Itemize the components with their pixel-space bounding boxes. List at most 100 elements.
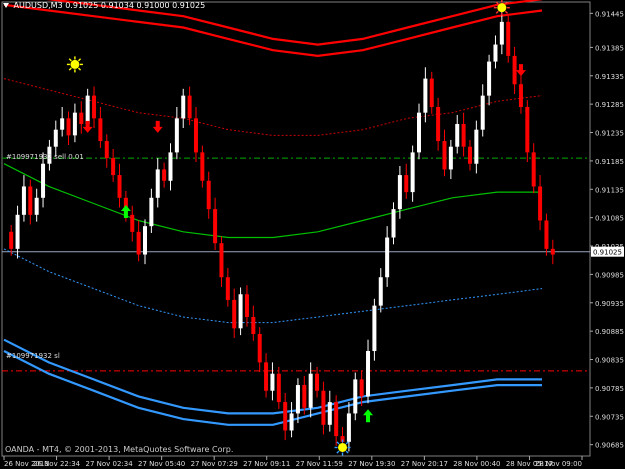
price-tick-label: 0.91235	[595, 130, 624, 138]
price-tick-label: 0.91185	[595, 158, 624, 166]
bear-candle	[436, 106, 441, 142]
sun-core	[70, 59, 80, 69]
bear-candle	[404, 175, 409, 193]
time-tick-label: 26 Nov 22:34	[33, 460, 81, 468]
bear-candle	[461, 124, 466, 147]
time-tick-label: 27 Nov 20:17	[401, 460, 448, 468]
bull-candle	[346, 413, 351, 442]
bull-candle	[34, 197, 39, 215]
bull-candle	[327, 402, 332, 425]
price-tick-label: 0.90785	[595, 385, 624, 393]
sun-ray	[77, 58, 82, 62]
bull-candle	[308, 373, 313, 408]
bull-candle	[487, 61, 492, 96]
chart-window[interactable]: 0.91445 0.91385 0.91335 0.91285 0.91235 0.911…	[0, 0, 625, 469]
bear-candle	[525, 106, 530, 153]
price-chart[interactable]: 0.91445 0.91385 0.91335 0.91285 0.91235 0.911…	[0, 0, 625, 469]
bear-candle	[28, 186, 33, 215]
sun-marker-icon	[66, 56, 83, 73]
bull-candle	[174, 118, 179, 153]
bear-candle	[187, 95, 192, 119]
bull-candle	[455, 124, 460, 147]
sell-arrow-icon	[152, 120, 163, 133]
bull-candle	[378, 277, 383, 306]
bear-candle	[219, 243, 224, 278]
bull-candle	[493, 44, 498, 62]
price-tick-label: 0.91085	[595, 215, 624, 223]
bull-candle	[15, 214, 20, 249]
bear-candle	[244, 294, 249, 317]
bull-candle	[417, 112, 421, 153]
bear-candle	[283, 402, 288, 431]
bear-candle	[321, 390, 326, 425]
bear-candle	[264, 362, 269, 391]
bear-candle	[104, 141, 109, 159]
price-tick-label: 0.90685	[595, 442, 624, 450]
chart-header: AUDUSD,M3 0.91025 0.91034 0.91000 0.9102…	[3, 1, 205, 10]
price-tick-label: 0.90985	[595, 271, 624, 279]
dropdown-triangle-icon[interactable]	[3, 3, 9, 8]
bull-candle	[41, 163, 46, 198]
bear-candle	[117, 175, 122, 198]
sun-ray	[68, 58, 72, 62]
time-tick-label: 27 Nov 05:40	[138, 460, 185, 468]
sell-order-label[interactable]: #109971932 sell 0.01	[6, 153, 84, 161]
bull-candle	[21, 186, 26, 215]
middle-line	[3, 163, 542, 239]
bull-candle	[72, 112, 77, 136]
sun-ray	[68, 67, 72, 71]
bull-candle	[391, 209, 396, 238]
sun-core	[338, 442, 348, 452]
bear-candle	[550, 248, 555, 255]
copyright-text: OANDA - MT4, © 2001-2013, MetaQuotes Sof…	[5, 445, 234, 454]
bear-candle	[92, 95, 97, 119]
time-tick-label: 28 Nov 00:40	[453, 460, 500, 468]
bear-candle	[66, 118, 71, 136]
bull-candle	[168, 152, 173, 181]
price-tick-label: 0.90885	[595, 328, 624, 336]
bear-candle	[200, 152, 205, 181]
symbol-timeframe: AUDUSD,M3	[13, 1, 63, 10]
bull-candle	[143, 226, 147, 255]
sun-marker-icon	[493, 0, 510, 16]
bull-candle	[423, 78, 428, 113]
buy-arrow-icon	[363, 409, 374, 423]
sun-marker-icon	[334, 439, 351, 456]
bear-candle	[257, 333, 262, 363]
bear-candle	[130, 214, 135, 232]
sun-ray	[495, 10, 499, 14]
bear-candle	[79, 112, 84, 125]
bull-candle	[149, 197, 154, 227]
price-tick-label: 0.91445	[595, 10, 624, 18]
bear-candle	[531, 152, 536, 187]
lower-band-dotted	[3, 248, 543, 324]
bear-candle	[98, 118, 103, 142]
bear-candle	[506, 21, 511, 56]
bear-candle	[9, 231, 14, 249]
bull-candle	[480, 95, 485, 130]
price-tick-label: 0.91385	[595, 44, 624, 52]
sun-ray	[504, 10, 508, 14]
bull-candle	[238, 294, 243, 329]
bear-candle	[302, 385, 307, 408]
bear-candle	[213, 209, 218, 244]
bull-candle	[295, 385, 300, 414]
bull-candle	[448, 146, 453, 170]
bull-candle	[353, 379, 358, 414]
time-tick-label: 27 Nov 09:11	[243, 460, 290, 468]
sell-arrow-icon	[82, 120, 93, 133]
time-tick-label: 27 Nov 07:29	[191, 460, 238, 468]
price-tick-label: 0.90735	[595, 413, 624, 421]
bear-candle	[193, 118, 198, 153]
price-tick-label: 0.90835	[595, 357, 624, 365]
upper-band-inner	[3, 3, 543, 58]
bull-candle	[366, 351, 371, 397]
current-price-label: 0.91025	[593, 249, 622, 257]
bull-candle	[410, 152, 415, 193]
buy-arrow-icon	[120, 204, 131, 218]
stop-order-label[interactable]: #109971932 sl	[6, 352, 60, 360]
price-tick-label: 0.91285	[595, 101, 624, 109]
sun-ray	[336, 450, 340, 454]
bear-candle	[334, 402, 339, 437]
bull-candle	[397, 175, 402, 210]
